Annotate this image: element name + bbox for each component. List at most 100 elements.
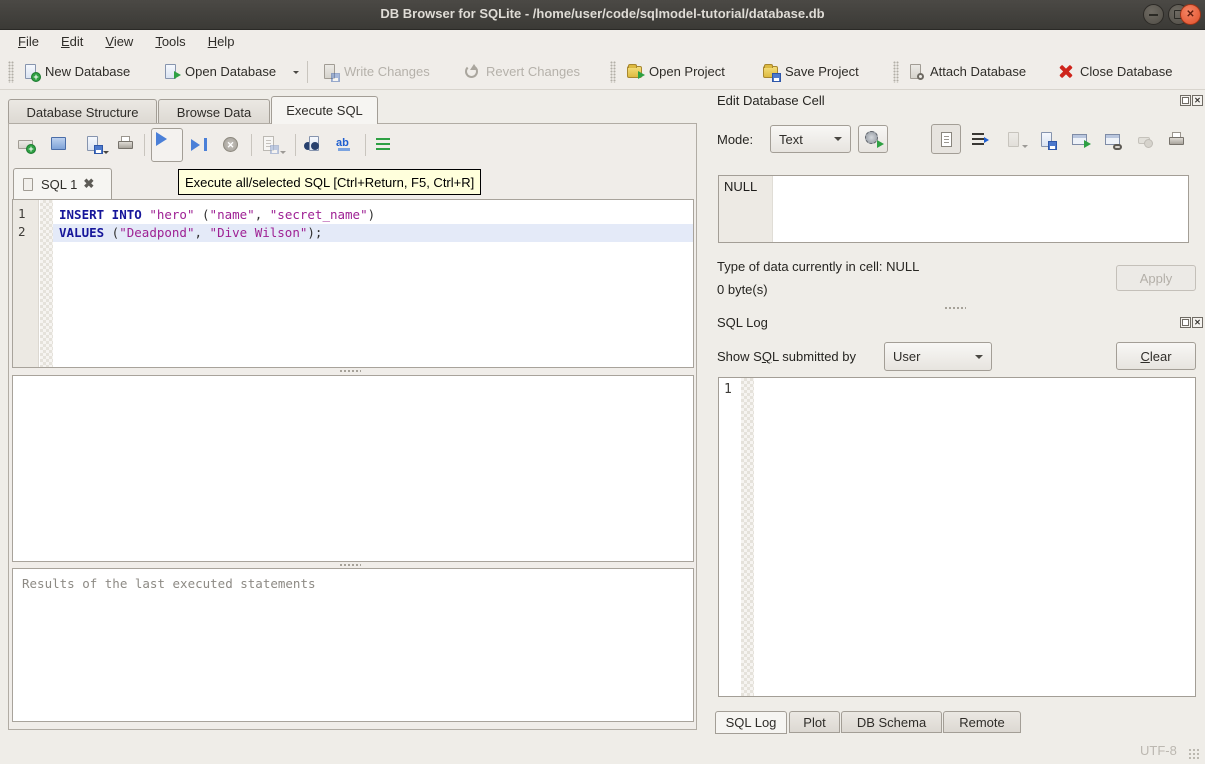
fold-margin: [40, 200, 53, 367]
attach-database-icon: [907, 63, 924, 80]
import-settings-button[interactable]: [858, 125, 888, 153]
menu-view[interactable]: View: [95, 32, 143, 51]
open-project-button[interactable]: Open Project: [622, 59, 729, 84]
sql-toolbar-separator: [144, 134, 145, 156]
open-database-button[interactable]: Open Database: [158, 59, 280, 84]
edit-cell-dock-title: Edit Database Cell: [717, 93, 825, 108]
results-message-box[interactable]: Results of the last executed statements: [12, 568, 694, 722]
execute-sql-button[interactable]: [151, 128, 183, 162]
stop-icon: [223, 137, 238, 152]
dock-splitter[interactable]: [944, 306, 966, 311]
stop-execution-button: [222, 135, 244, 155]
execute-current-line-button[interactable]: [191, 135, 213, 155]
close-button[interactable]: ✕: [1180, 4, 1201, 25]
apply-button: Apply: [1116, 265, 1196, 291]
sql-toolbar-separator: [251, 134, 252, 156]
dock-tab-plot[interactable]: Plot: [789, 711, 840, 733]
titlebar[interactable]: DB Browser for SQLite - /home/user/code/…: [0, 0, 1205, 30]
code-line-2: VALUES ("Deadpond", "Dive Wilson");: [53, 224, 693, 242]
minimize-icon: [1144, 5, 1163, 24]
revert-changes-icon: [463, 63, 480, 80]
open-sql-file-button[interactable]: [50, 135, 72, 155]
dock-close-icon[interactable]: ✕: [1192, 95, 1203, 106]
save-project-button[interactable]: Save Project: [758, 59, 863, 84]
dock-tab-db-schema[interactable]: DB Schema: [841, 711, 942, 733]
tab-database-structure[interactable]: Database Structure: [8, 99, 157, 124]
revert-changes-button: Revert Changes: [459, 59, 584, 84]
sql-log-view[interactable]: 1: [718, 377, 1196, 697]
toolbar-grip[interactable]: [893, 61, 899, 83]
clear-log-button[interactable]: Clear: [1116, 342, 1196, 370]
horizontal-splitter[interactable]: [339, 369, 361, 374]
new-sql-tab-button[interactable]: [17, 135, 39, 155]
code-area[interactable]: INSERT INTO "hero" ("name", "secret_name…: [53, 200, 693, 367]
attach-database-button[interactable]: Attach Database: [903, 59, 1030, 84]
print-cell-icon[interactable]: [1168, 131, 1185, 148]
line-number: 2: [18, 224, 38, 239]
toolbar-grip[interactable]: [8, 61, 14, 83]
import-dropdown: [1022, 148, 1028, 166]
close-database-icon: [1057, 63, 1074, 80]
chevron-down-icon: [834, 137, 842, 141]
menu-file[interactable]: File: [8, 32, 49, 51]
find-button[interactable]: [303, 135, 325, 155]
tab-execute-sql[interactable]: Execute SQL: [271, 96, 378, 124]
set-null-icon: [1137, 131, 1154, 148]
export-data-icon[interactable]: [1038, 131, 1055, 148]
minimize-button[interactable]: [1143, 4, 1164, 25]
results-grid[interactable]: [12, 375, 694, 562]
sql-document-tab[interactable]: SQL 1 ✖: [13, 168, 112, 199]
cell-type-info: Type of data currently in cell: NULL: [717, 259, 919, 274]
close-database-button[interactable]: Close Database: [1053, 59, 1177, 84]
open-database-dropdown[interactable]: [293, 74, 299, 92]
dock-tab-sql-log[interactable]: SQL Log: [715, 711, 787, 734]
open-external-icon[interactable]: [1071, 131, 1088, 148]
dock-close-icon[interactable]: ✕: [1192, 317, 1203, 328]
main-toolbar: New Database Open Database Write Changes…: [0, 53, 1205, 90]
save-project-icon: [762, 63, 779, 80]
sql-toolbar-separator: [295, 134, 296, 156]
sql-editor[interactable]: 1 2 INSERT INTO "hero" ("name", "secret_…: [12, 199, 694, 368]
log-fold-margin: [741, 378, 754, 696]
sql-log-dock-title: SQL Log: [717, 315, 768, 330]
find-replace-button[interactable]: [336, 135, 358, 155]
execute-tooltip: Execute all/selected SQL [Ctrl+Return, F…: [178, 169, 481, 195]
mode-label: Mode:: [717, 132, 753, 147]
auto-format-button[interactable]: [376, 135, 398, 155]
write-changes-icon: [321, 63, 338, 80]
cell-value: NULL: [724, 179, 757, 194]
cell-value-editor[interactable]: NULL: [718, 175, 1189, 243]
sql-tab-close-icon[interactable]: ✖: [83, 176, 94, 192]
line-number-gutter: 1 2: [13, 200, 39, 367]
application-window: DB Browser for SQLite - /home/user/code/…: [0, 0, 1205, 764]
sql-toolbar-separator: [365, 134, 366, 156]
open-database-icon: [162, 63, 179, 80]
new-database-button[interactable]: New Database: [18, 59, 134, 84]
dock-float-icon[interactable]: [1180, 95, 1191, 106]
menu-edit[interactable]: Edit: [51, 32, 93, 51]
cell-size-info: 0 byte(s): [717, 282, 768, 297]
print-sql-button[interactable]: [117, 135, 139, 155]
menu-help[interactable]: Help: [198, 32, 245, 51]
import-data-icon: [1005, 131, 1022, 148]
results-placeholder: Results of the last executed statements: [22, 576, 316, 591]
execute-icon: [156, 132, 167, 146]
menu-tools[interactable]: Tools: [145, 32, 195, 51]
copy-link-icon[interactable]: [1104, 131, 1121, 148]
chevron-down-icon: [975, 355, 983, 359]
mode-select[interactable]: Text: [770, 125, 851, 153]
toolbar-grip[interactable]: [610, 61, 616, 83]
open-project-icon: [626, 63, 643, 80]
window-resize-grip[interactable]: [1188, 748, 1200, 760]
tab-browse-data[interactable]: Browse Data: [158, 99, 270, 124]
encoding-indicator: UTF-8: [1140, 743, 1177, 758]
log-filter-select[interactable]: User: [884, 342, 992, 371]
write-changes-button: Write Changes: [317, 59, 434, 84]
arrow-badge-icon: [877, 140, 884, 148]
dock-tab-remote[interactable]: Remote: [943, 711, 1021, 733]
text-document-icon: [938, 131, 955, 148]
word-wrap-icon[interactable]: [972, 133, 984, 145]
dock-float-icon[interactable]: [1180, 317, 1191, 328]
sql-tab-label: SQL 1: [41, 177, 77, 192]
menubar: File Edit View Tools Help: [0, 30, 1205, 53]
